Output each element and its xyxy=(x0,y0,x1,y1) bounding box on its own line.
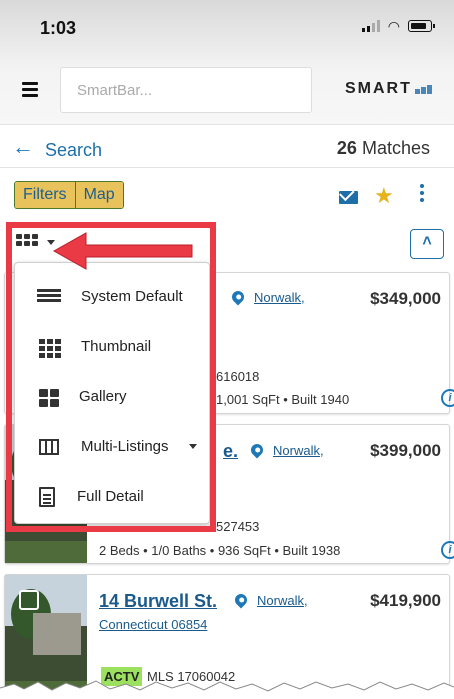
listing-address[interactable]: e. xyxy=(223,441,238,462)
location-pin-icon[interactable] xyxy=(248,441,266,459)
signal-icon xyxy=(361,20,380,32)
match-count: 26 Matches xyxy=(337,138,430,159)
torn-edge xyxy=(0,680,454,699)
battery-icon xyxy=(408,20,435,32)
smartbar-input[interactable]: SmartBar... xyxy=(60,67,312,113)
smart-logo: SMART xyxy=(345,80,432,98)
scroll-top-button[interactable]: ˄ xyxy=(410,229,444,259)
menu-icon[interactable] xyxy=(22,82,38,100)
back-arrow-icon[interactable]: ← xyxy=(12,136,34,158)
logo-mark-icon xyxy=(414,84,432,94)
status-icons: ◠ xyxy=(361,18,435,34)
listing-details: 1,001 SqFt • Built 1940 xyxy=(216,392,350,407)
listing-price: $399,000 xyxy=(370,441,441,460)
app-header: 1:03 ◠ SmartBar... SMART xyxy=(0,0,454,124)
listing-mls: 527453 xyxy=(216,519,260,534)
red-arrow-icon xyxy=(52,232,193,270)
listing-select-checkbox[interactable] xyxy=(19,590,39,610)
info-icon[interactable]: i xyxy=(441,389,454,407)
search-row: ← Search 26 Matches xyxy=(0,124,454,168)
listing-address[interactable]: 14 Burwell St. xyxy=(99,591,217,612)
listing-state-zip[interactable]: Connecticut 06854 xyxy=(99,617,207,632)
listing-details: 2 Beds • 1/0 Baths • 936 SqFt • Built 19… xyxy=(99,543,341,558)
map-button[interactable]: Map xyxy=(74,182,123,208)
location-pin-icon[interactable] xyxy=(229,288,247,306)
email-icon[interactable] xyxy=(339,191,358,204)
listing-city[interactable]: Norwalk, xyxy=(257,593,308,608)
listing-city[interactable]: Norwalk, xyxy=(254,290,305,305)
wifi-icon: ◠ xyxy=(387,18,400,34)
star-icon[interactable]: ★ xyxy=(374,183,394,209)
more-options-icon[interactable] xyxy=(420,184,424,205)
match-number: 26 xyxy=(336,138,357,158)
listing-price: $349,000 xyxy=(370,289,441,308)
location-pin-icon[interactable] xyxy=(232,591,250,609)
toolbar: Filters Map ★ xyxy=(0,168,454,224)
match-label: Matches xyxy=(361,138,430,158)
info-icon[interactable]: i xyxy=(441,541,454,559)
listing-mls: 616018 xyxy=(216,369,260,384)
filters-button[interactable]: Filters xyxy=(15,182,75,208)
filter-map-segment: Filters Map xyxy=(14,181,124,209)
listing-price: $419,900 xyxy=(370,591,441,610)
listing-city[interactable]: Norwalk, xyxy=(273,443,324,458)
search-back-link[interactable]: Search xyxy=(45,140,102,161)
logo-text: SMART xyxy=(345,80,412,97)
status-time: 1:03 xyxy=(40,18,77,38)
